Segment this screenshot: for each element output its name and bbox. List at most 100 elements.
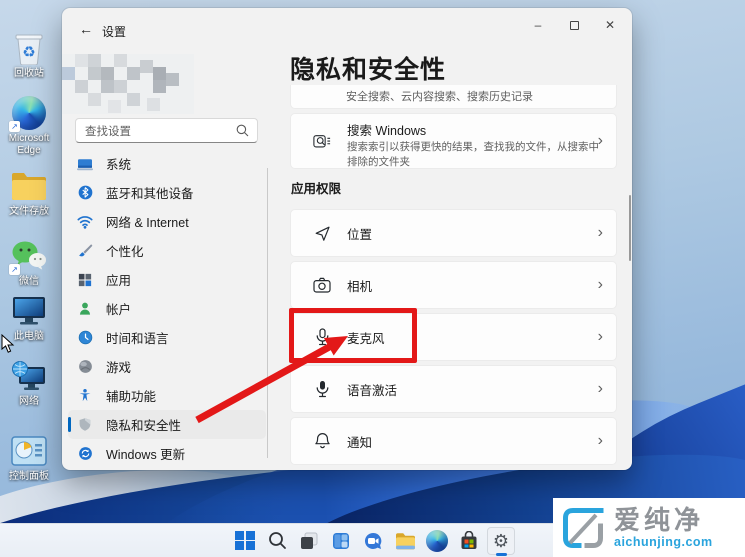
accounts-person-icon xyxy=(77,301,93,317)
card-label: 通知 xyxy=(347,435,373,450)
window-title: 设置 xyxy=(102,25,127,39)
sidebar-item-network-internet[interactable]: 网络 & Internet xyxy=(68,207,266,236)
accessibility-person-icon xyxy=(77,388,93,404)
desktop-icon-network[interactable]: 网络 xyxy=(0,358,58,408)
taskbar-settings-button[interactable]: ⚙ xyxy=(487,526,515,556)
desktop-icon-label: 微信 xyxy=(19,276,39,287)
settings-search-input[interactable]: 查找设置 xyxy=(75,118,258,143)
watermark-domain: aichunjing.com xyxy=(614,534,713,549)
annotation-highlight-box xyxy=(289,308,417,363)
desktop-icon-wechat[interactable]: ↗ 微信 xyxy=(0,238,58,288)
sidebar-item-label: 系统 xyxy=(106,158,132,172)
desktop-icon-label: 文件存放 xyxy=(9,206,49,217)
card-label: 语音激活 xyxy=(347,383,398,398)
page-title: 隐私和安全性 xyxy=(290,56,447,84)
time-language-icon xyxy=(77,330,93,346)
widgets-icon xyxy=(333,532,349,549)
gear-icon: ⚙ xyxy=(492,530,510,551)
search-placeholder: 查找设置 xyxy=(85,125,131,138)
sidebar-item-label: 蓝牙和其他设备 xyxy=(106,187,194,201)
location-card[interactable]: 位置 › xyxy=(290,209,617,257)
location-icon xyxy=(313,224,331,242)
main-scrollbar[interactable] xyxy=(629,195,631,261)
card-subtitle: 安全搜索、云内容搜索、搜索历史记录 xyxy=(346,91,533,103)
card-label: 相机 xyxy=(347,279,373,294)
sidebar-scrollbar[interactable] xyxy=(267,168,268,458)
personalization-brush-icon xyxy=(77,243,93,259)
sidebar-item-system[interactable]: 系统 xyxy=(68,149,266,178)
windows-logo-icon xyxy=(235,530,255,551)
settings-main-content: 隐私和安全性 安全搜索、云内容搜索、搜索历史记录 搜索 Windows 搜索索引… xyxy=(290,8,632,470)
search-windows-icon xyxy=(313,132,331,150)
watermark-logo-icon xyxy=(563,507,604,548)
desktop-icon-label: 此电脑 xyxy=(14,331,44,342)
widgets-button[interactable] xyxy=(327,527,355,555)
desktop-icon-label: 控制面板 xyxy=(9,471,49,482)
control-panel-icon xyxy=(10,433,48,469)
windows-update-icon xyxy=(77,446,93,462)
chevron-right-icon: › xyxy=(597,132,603,149)
sidebar-item-personalization[interactable]: 个性化 xyxy=(68,236,266,265)
start-button[interactable] xyxy=(231,527,259,555)
sidebar-item-label: Windows 更新 xyxy=(106,448,186,462)
desktop-icon-label: Microsoft Edge xyxy=(8,133,50,156)
card-subtitle: 搜索索引以获得更快的结果，查找我的文件，从搜索中排除的文件夹 xyxy=(347,140,599,168)
taskbar-search-button[interactable] xyxy=(263,527,291,555)
bluetooth-icon xyxy=(77,185,93,201)
task-view-button[interactable] xyxy=(295,527,323,555)
search-windows-card[interactable]: 搜索 Windows 搜索索引以获得更快的结果，查找我的文件，从搜索中排除的文件… xyxy=(290,113,617,169)
sidebar-item-label: 游戏 xyxy=(106,361,132,375)
sidebar-item-privacy-security[interactable]: 隐私和安全性 xyxy=(68,410,266,439)
privacy-shield-icon xyxy=(77,417,93,433)
desktop-icon-label: 网络 xyxy=(19,396,39,407)
camera-icon xyxy=(313,276,331,294)
chevron-right-icon: › xyxy=(597,224,603,241)
sidebar-item-label: 网络 & Internet xyxy=(106,216,189,230)
chat-button[interactable] xyxy=(359,527,387,555)
store-button[interactable] xyxy=(455,527,483,555)
shortcut-arrow-icon: ↗ xyxy=(9,121,20,132)
sidebar-item-time-language[interactable]: 时间和语言 xyxy=(68,323,266,352)
back-button[interactable]: ← xyxy=(74,19,98,39)
apps-icon xyxy=(77,272,93,288)
sidebar-item-gaming[interactable]: 游戏 xyxy=(68,352,266,381)
chevron-right-icon: › xyxy=(597,328,603,345)
search-permissions-card-partial[interactable]: 安全搜索、云内容搜索、搜索历史记录 xyxy=(290,85,617,109)
settings-window: ← 设置 – ✕ 查找设置 系统 蓝牙和其他设备 网络 & Internet 个… xyxy=(62,8,632,470)
wechat-icon: ↗ xyxy=(9,238,48,275)
sidebar-item-windows-update[interactable]: Windows 更新 xyxy=(68,439,266,468)
system-icon xyxy=(77,156,93,172)
task-view-icon xyxy=(301,532,318,549)
sidebar-item-label: 应用 xyxy=(106,274,132,288)
chevron-right-icon: › xyxy=(597,380,603,397)
notifications-card[interactable]: 通知 › xyxy=(290,417,617,465)
edge-icon: ↗ xyxy=(9,95,48,132)
sidebar-item-apps[interactable]: 应用 xyxy=(68,265,266,294)
watermark: 爱纯净 aichunjing.com xyxy=(553,498,745,557)
file-explorer-button[interactable] xyxy=(391,527,419,555)
shortcut-arrow-icon: ↗ xyxy=(9,264,20,275)
edge-button[interactable] xyxy=(423,527,451,555)
settings-sidebar: 查找设置 系统 蓝牙和其他设备 网络 & Internet 个性化 应用 帐户 … xyxy=(62,48,276,470)
sidebar-item-accessibility[interactable]: 辅助功能 xyxy=(68,381,266,410)
desktop-icon-label: 回收站 xyxy=(14,68,44,79)
desktop-icon-edge[interactable]: ↗ Microsoft Edge xyxy=(0,95,58,156)
user-profile-pixelated xyxy=(62,54,194,114)
sidebar-item-label: 时间和语言 xyxy=(106,332,169,346)
sidebar-item-accounts[interactable]: 帐户 xyxy=(68,294,266,323)
network-icon xyxy=(10,358,48,394)
screen: ♻ 回收站 ↗ Microsoft Edge 文件存放 ↗ 微信 此电脑 网络 … xyxy=(0,0,745,557)
chevron-right-icon: › xyxy=(597,276,603,293)
notifications-bell-icon xyxy=(313,432,331,450)
desktop-icon-control-panel[interactable]: 控制面板 xyxy=(0,433,58,483)
desktop-icon-folder[interactable]: 文件存放 xyxy=(0,168,58,218)
voice-activation-card[interactable]: 语音激活 › xyxy=(290,365,617,413)
store-icon xyxy=(461,530,477,549)
search-icon xyxy=(236,124,249,137)
camera-card[interactable]: 相机 › xyxy=(290,261,617,309)
edge-icon xyxy=(426,529,448,552)
desktop-icon-recycle-bin[interactable]: ♻ 回收站 xyxy=(0,30,58,80)
sidebar-item-label: 隐私和安全性 xyxy=(106,419,182,433)
search-icon xyxy=(268,532,286,549)
sidebar-item-bluetooth[interactable]: 蓝牙和其他设备 xyxy=(68,178,266,207)
